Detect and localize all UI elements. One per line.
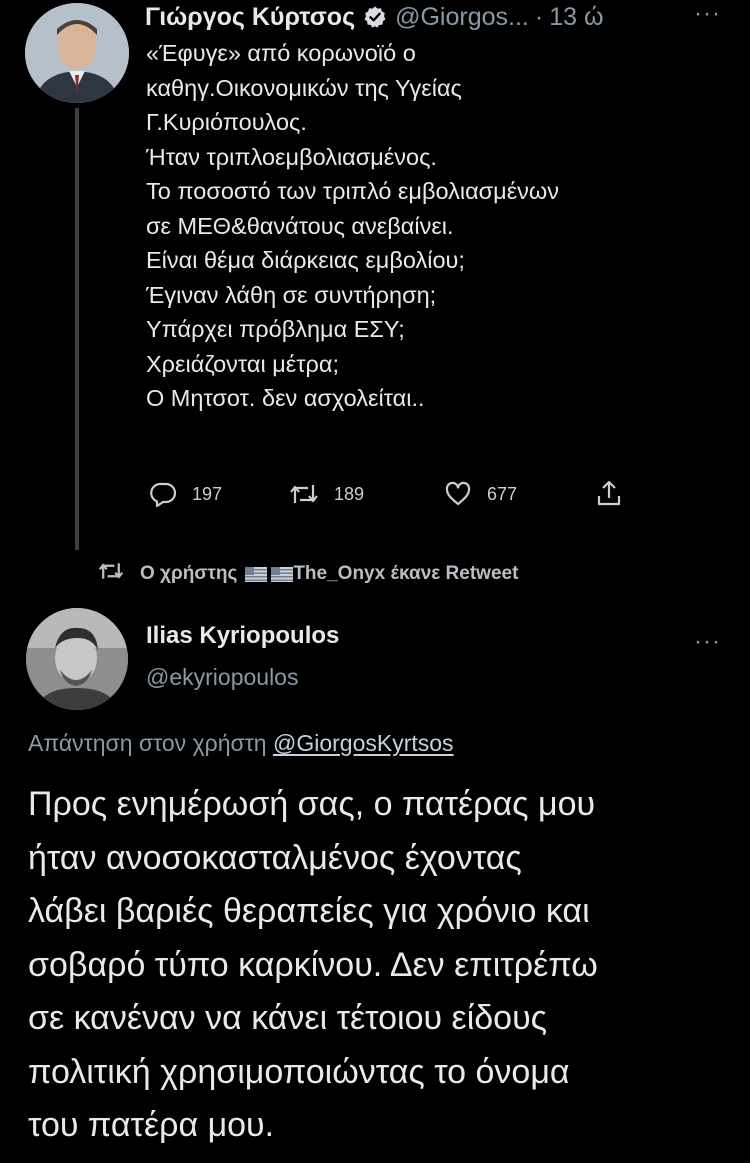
tweet-text-line: Γ.Κυριόπουλος. (146, 109, 307, 135)
retweet-button[interactable]: 189 (288, 478, 364, 510)
replying-to-mention-link[interactable]: @GiorgosKyrtsos (273, 730, 454, 756)
tweet-text-line: καθηγ.Οικονομικών της Υγείας (146, 74, 462, 101)
share-button[interactable] (594, 478, 624, 510)
tweet-text-line: σε ΜΕΘ&θανάτους ανεβαίνει. (146, 212, 454, 239)
reply-button[interactable]: 197 (148, 478, 222, 510)
tweet-actions-bar: 197 189 677 (146, 478, 646, 510)
like-button[interactable]: 677 (443, 478, 517, 510)
tweet-timestamp[interactable]: 13 ώ (549, 3, 603, 32)
reply-text-line: του πατέρα μου. (28, 1106, 275, 1144)
tweet-thread-screen: Γιώργος Κύρτσος @Giorgos... · 13 ώ ··· «… (0, 0, 750, 1163)
reply-text: Προς ενημέρωσή σας, ο πατέρας μου ήταν α… (28, 778, 738, 1153)
reply-author-avatar[interactable] (26, 608, 128, 710)
thread-connector-line (75, 108, 79, 550)
reply-text-line: ήταν ανοσοκασταλμένος έχοντας (28, 838, 522, 877)
reply-text-line: πολιτική χρησιμοποιώντας το όνομα (28, 1052, 570, 1091)
reply-text-line: Προς ενημέρωσή σας, ο πατέρας μου (28, 785, 596, 823)
verified-badge-icon (363, 5, 387, 29)
tweet-text-line: «Έφυγε» από κορωνοϊό ο (146, 40, 416, 66)
retweet-banner-suffix: The_Onyx έκανε Retweet (293, 563, 519, 584)
author-name[interactable]: Γιώργος Κύρτσος (145, 3, 355, 32)
reply-text-line: λάβει βαριές θεραπείες για χρόνιο και (28, 892, 590, 930)
tweet-text-line: Ο Μητσοτ. δεν ασχολείται.. (146, 385, 425, 411)
retweet-banner-prefix: Ο χρήστης (140, 563, 238, 584)
header-separator: · (534, 2, 544, 31)
tweet-text-line: Είναι θέμα διάρκειας εμβολίου; (146, 247, 465, 273)
reply-count: 197 (192, 483, 223, 504)
replying-to-label: Απάντηση στον χρήστη (28, 730, 267, 756)
retweet-count: 189 (334, 483, 365, 504)
greek-flag-emoji (245, 566, 268, 582)
greek-flag-emoji (271, 566, 294, 582)
retweet-banner[interactable]: Ο χρήστης The_Onyx έκανε Retweet (96, 558, 518, 590)
more-options-icon[interactable]: ··· (694, 2, 721, 26)
heart-icon (443, 479, 473, 509)
tweet-text-line: Ήταν τριπλοεμβολιασμένος. (146, 143, 437, 170)
avatar-portrait (25, 3, 129, 103)
reply-author-name[interactable]: Ilias Kyriopoulos (146, 622, 339, 650)
retweet-icon (96, 558, 126, 590)
avatar-portrait (26, 608, 128, 710)
share-icon (594, 479, 624, 509)
replying-to-line: Απάντηση στον χρήστη @GiorgosKyrtsos (28, 730, 454, 757)
tweet-text-line: Το ποσοστό των τριπλό εμβολιασμένων (146, 178, 560, 204)
like-count: 677 (487, 483, 518, 504)
tweet-text: «Έφυγε» από κορωνοϊό ο καθηγ.Οικονομικών… (146, 36, 736, 416)
author-avatar[interactable] (25, 3, 129, 103)
author-handle[interactable]: @Giorgos... (395, 3, 529, 32)
tweet-header: Γιώργος Κύρτσος @Giorgos... · 13 ώ (145, 0, 603, 34)
retweet-icon (288, 479, 320, 509)
reply-author-handle[interactable]: @ekyriopoulos (146, 664, 298, 691)
tweet-text-line: Υπάρχει πρόβλημα ΕΣΥ; (146, 316, 405, 342)
reply-text-line: σε κανέναν να κάνει τέτοιου είδους (28, 999, 548, 1037)
reply-bubble-icon (148, 479, 178, 509)
reply-text-line: σοβαρό τύπο καρκίνου. Δεν επιτρέπω (28, 945, 598, 984)
more-options-icon[interactable]: ··· (694, 630, 721, 654)
tweet-text-line: Έγιναν λάθη σε συντήρηση; (146, 281, 437, 308)
tweet-text-line: Χρειάζονται μέτρα; (146, 350, 340, 377)
